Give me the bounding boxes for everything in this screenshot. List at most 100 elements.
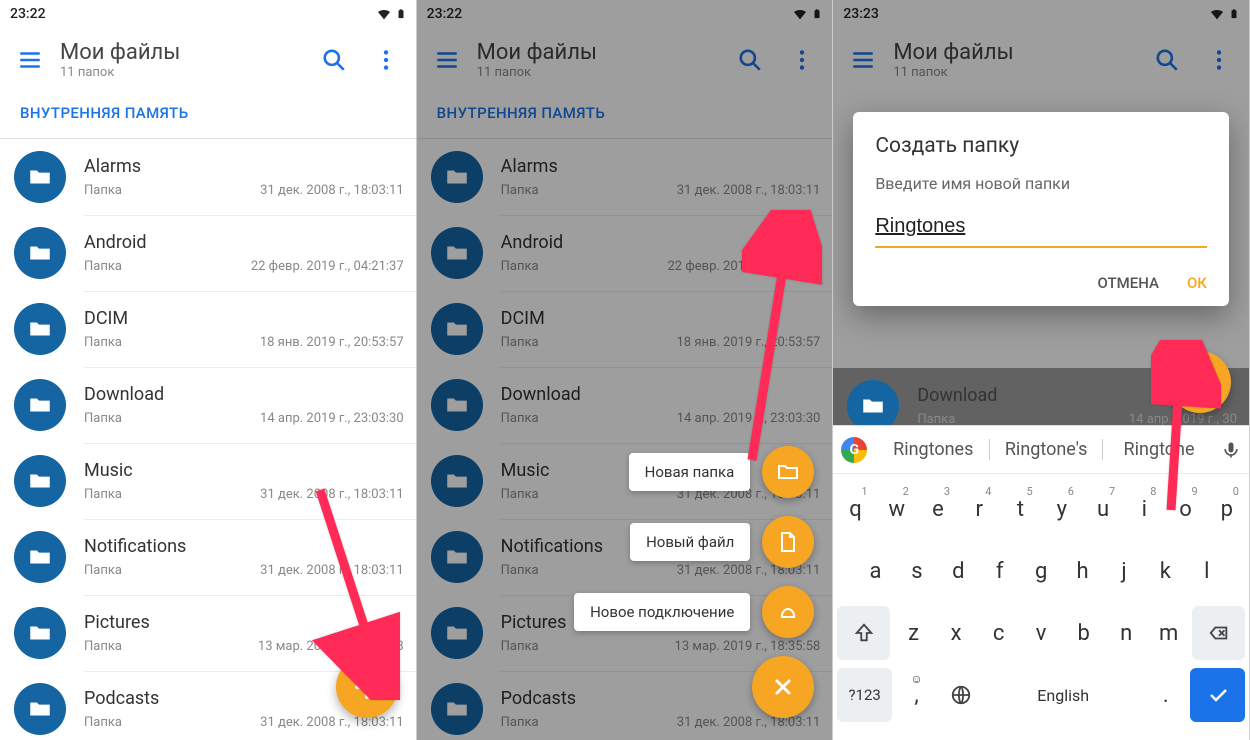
search-button[interactable]	[728, 38, 772, 82]
dialog-ok-button[interactable]: ОК	[1187, 274, 1207, 292]
appbar-title-block: Мои файлы 11 папок	[477, 40, 721, 80]
key-a[interactable]: a	[857, 544, 893, 598]
space-key[interactable]: English	[985, 668, 1141, 722]
key-y[interactable]: 6y	[1044, 482, 1080, 536]
key-i[interactable]: 8i	[1126, 482, 1162, 536]
list-item[interactable]: Notifications Папка31 дек. 2008 г., 18:0…	[0, 519, 416, 595]
key-s[interactable]: s	[899, 544, 935, 598]
screen-1: 23:22 Мои файлы 11 папок ВНУТРЕННЯЯ ПАМЯ…	[0, 0, 417, 740]
page-subtitle: 11 папок	[893, 65, 1137, 80]
menu-button[interactable]	[425, 38, 469, 82]
key-z[interactable]: z	[895, 606, 933, 660]
item-type: Папка	[501, 335, 539, 350]
sd-new-folder-label: Новая папка	[629, 453, 751, 491]
list-item[interactable]: DCIM Папка 18 янв. 2019 г., 20:53:57	[417, 291, 833, 367]
period-key[interactable]: .	[1146, 668, 1185, 722]
key-p[interactable]: 0p	[1209, 482, 1245, 536]
sd-new-folder-button[interactable]	[762, 446, 814, 498]
list-item[interactable]: Android Папка22 февр. 2019 г., 04:21:37	[0, 215, 416, 291]
battery-icon	[396, 6, 406, 22]
app-bar: Мои файлы 11 папок	[833, 28, 1249, 92]
sd-new-connection-button[interactable]	[762, 586, 814, 638]
language-key[interactable]	[941, 668, 980, 722]
list-item[interactable]: DCIM Папка18 янв. 2019 г., 20:53:57	[0, 291, 416, 367]
item-date: 31 дек. 2008 г., 18:03:11	[677, 183, 821, 198]
sd-new-file-row: Новый файл	[630, 516, 814, 568]
shift-key[interactable]	[837, 606, 890, 660]
symbols-key[interactable]: ?123	[837, 668, 892, 722]
key-o[interactable]: 9o	[1167, 482, 1203, 536]
item-date: 13 мар. 2019 г., 18:35:58	[258, 639, 404, 654]
key-d[interactable]: d	[940, 544, 976, 598]
search-button[interactable]	[1145, 38, 1189, 82]
key-g[interactable]: g	[1023, 544, 1059, 598]
item-type: Папка	[84, 335, 122, 350]
more-button[interactable]	[780, 38, 824, 82]
suggestion-3[interactable]: Ringtone	[1102, 439, 1215, 460]
suggestion-2[interactable]: Ringtone's	[989, 439, 1102, 460]
key-r[interactable]: 4r	[961, 482, 997, 536]
enter-key[interactable]	[1190, 668, 1245, 722]
folder-icon	[14, 303, 66, 355]
item-name: Alarms	[84, 156, 404, 177]
item-name: DCIM	[501, 308, 821, 329]
create-folder-dialog: Создать папку Введите имя новой папки ОТ…	[853, 112, 1229, 306]
list-item[interactable]: Download Папка14 апр. 2019 г., 23:03:30	[0, 367, 416, 443]
search-button[interactable]	[312, 38, 356, 82]
mic-icon[interactable]	[1221, 440, 1241, 460]
fab-add[interactable]	[1169, 351, 1231, 413]
wifi-icon	[792, 6, 808, 22]
list-item[interactable]: Alarms Папка31 дек. 2008 г., 18:03:11	[417, 139, 833, 215]
key-l[interactable]: l	[1189, 544, 1225, 598]
key-f[interactable]: f	[982, 544, 1018, 598]
item-name: DCIM	[84, 308, 404, 329]
fab-add[interactable]	[336, 656, 398, 718]
more-button[interactable]	[1197, 38, 1241, 82]
list-item[interactable]: Alarms Папка31 дек. 2008 г., 18:03:11	[0, 139, 416, 215]
wifi-icon	[376, 6, 392, 22]
key-m[interactable]: m	[1150, 606, 1188, 660]
dialog-cancel-button[interactable]: ОТМЕНА	[1098, 274, 1159, 292]
sd-new-file-button[interactable]	[762, 516, 814, 568]
more-button[interactable]	[364, 38, 408, 82]
screen-3: 23:23 Мои файлы 11 папок Download Папка1…	[833, 0, 1250, 740]
item-date: 18 янв. 2019 г., 20:53:57	[677, 335, 821, 350]
key-b[interactable]: b	[1065, 606, 1103, 660]
keyboard: 1q2w3e4r5t6y7u8i9o0p asdfghjkl zxcvbnm ?…	[833, 473, 1249, 740]
key-j[interactable]: j	[1106, 544, 1142, 598]
list-item[interactable]: Music Папка31 дек. 2008 г., 18:03:11	[0, 443, 416, 519]
item-date: 22 февр. 2019 г., 04:21:37	[251, 259, 404, 274]
key-n[interactable]: n	[1107, 606, 1145, 660]
key-u[interactable]: 7u	[1085, 482, 1121, 536]
suggestion-1[interactable]: Ringtones	[877, 439, 989, 460]
list-item[interactable]: Android Папка22 февр. 2019 г., 04:21:37	[417, 215, 833, 291]
item-date: 31 дек. 2008 г., 18:03:11	[260, 563, 404, 578]
item-date: 14 апр. 2019 г., 23:03:30	[260, 411, 404, 426]
dialog-title: Создать папку	[875, 134, 1207, 158]
key-t[interactable]: 5t	[1002, 482, 1038, 536]
key-x[interactable]: x	[937, 606, 975, 660]
list-item[interactable]: Download Папка14 апр. 2019 г., 23:03:30	[417, 367, 833, 443]
folder-icon	[14, 683, 66, 735]
breadcrumb[interactable]: ВНУТРЕННЯЯ ПАМЯТЬ	[417, 92, 833, 139]
key-v[interactable]: v	[1022, 606, 1060, 660]
item-name: Download	[84, 384, 404, 405]
menu-button[interactable]	[841, 38, 885, 82]
backspace-key[interactable]	[1192, 606, 1245, 660]
breadcrumb[interactable]: ВНУТРЕННЯЯ ПАМЯТЬ	[0, 92, 416, 139]
item-type: Папка	[84, 715, 122, 730]
sd-close-button[interactable]	[752, 656, 814, 718]
folder-name-input[interactable]	[875, 211, 1207, 248]
key-k[interactable]: k	[1147, 544, 1183, 598]
suggestion-bar: G Ringtones Ringtone's Ringtone	[833, 425, 1249, 473]
key-w[interactable]: 2w	[879, 482, 915, 536]
key-h[interactable]: h	[1064, 544, 1100, 598]
battery-icon	[1229, 6, 1239, 22]
comma-key[interactable]: ,☺	[897, 668, 936, 722]
item-type: Папка	[84, 183, 122, 198]
key-c[interactable]: c	[980, 606, 1018, 660]
folder-icon	[14, 227, 66, 279]
key-e[interactable]: 3e	[920, 482, 956, 536]
key-q[interactable]: 1q	[837, 482, 873, 536]
menu-button[interactable]	[8, 38, 52, 82]
